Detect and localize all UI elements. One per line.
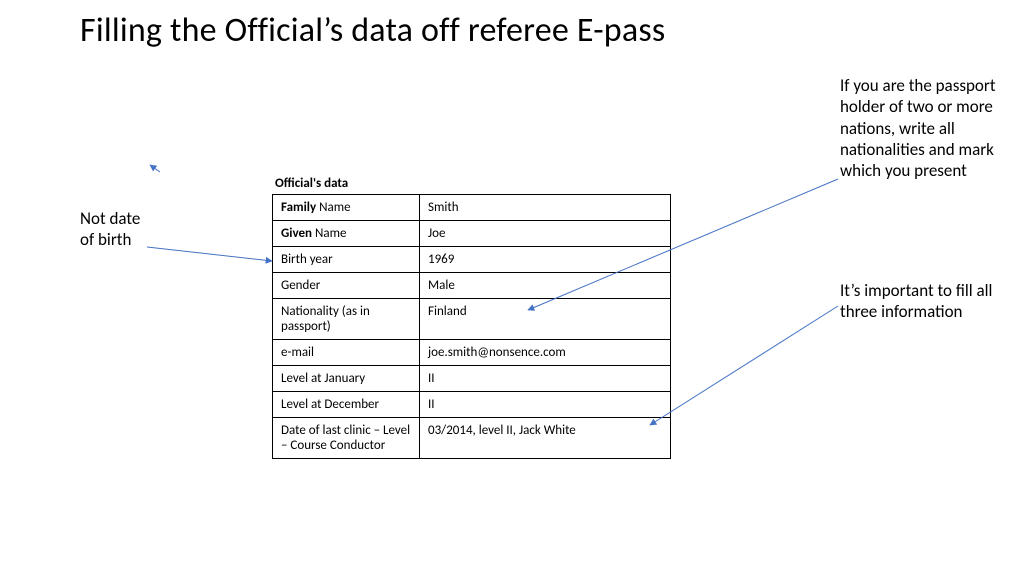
- row-label: e-mail: [273, 340, 420, 366]
- row-label: Level at January: [273, 366, 420, 392]
- row-value: Smith: [420, 195, 671, 221]
- annotation-fill-all-three: It’s important to fill all three informa…: [840, 280, 1000, 323]
- row-value: 1969: [420, 247, 671, 273]
- row-value: 03/2014, level II, Jack White: [420, 418, 671, 459]
- table-row: Family NameSmith: [273, 195, 671, 221]
- row-value: Male: [420, 273, 671, 299]
- table-row: Level at DecemberII: [273, 392, 671, 418]
- row-label: Level at December: [273, 392, 420, 418]
- table-row: Level at JanuaryII: [273, 366, 671, 392]
- row-label: Gender: [273, 273, 420, 299]
- table-heading: Official's data: [275, 176, 348, 191]
- table-row: Nationality (as in passport)Finland: [273, 299, 671, 340]
- slide-title: Filling the Official’s data off referee …: [80, 10, 665, 51]
- table-row: Date of last clinic – Level – Course Con…: [273, 418, 671, 459]
- officials-data-table: Family NameSmithGiven NameJoeBirth year1…: [272, 194, 671, 459]
- annotation-multiple-nationalities: If you are the passport holder of two or…: [840, 75, 1000, 181]
- row-value: II: [420, 366, 671, 392]
- annotation-not-date-of-birth: Not date of birth: [80, 208, 150, 251]
- row-label: Nationality (as in passport): [273, 299, 420, 340]
- row-value: Joe: [420, 221, 671, 247]
- table-row: e-mailjoe.smith@nonsence.com: [273, 340, 671, 366]
- row-label: Date of last clinic – Level – Course Con…: [273, 418, 420, 459]
- row-label: Given Name: [273, 221, 420, 247]
- table-row: GenderMale: [273, 273, 671, 299]
- row-value: joe.smith@nonsence.com: [420, 340, 671, 366]
- row-value: II: [420, 392, 671, 418]
- row-value: Finland: [420, 299, 671, 340]
- table-row: Birth year1969: [273, 247, 671, 273]
- table-row: Given NameJoe: [273, 221, 671, 247]
- row-label: Birth year: [273, 247, 420, 273]
- row-label: Family Name: [273, 195, 420, 221]
